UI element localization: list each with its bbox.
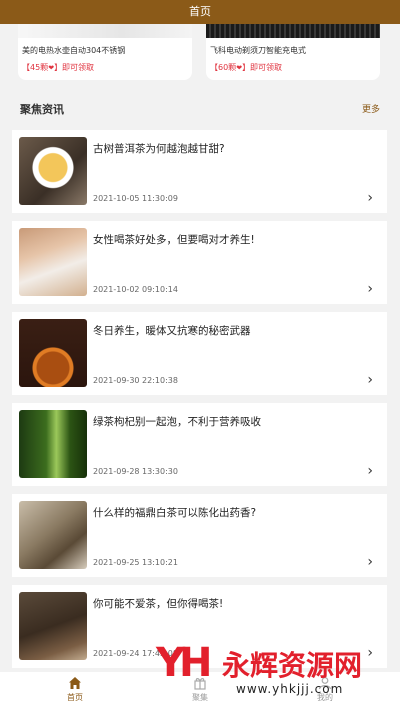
article-item[interactable]: 什么样的福鼎白茶可以陈化出药香? 2021-09-25 13:10:21 ›	[12, 494, 387, 577]
article-item[interactable]: 冬日养生，暖体又抗寒的秘密武器 2021-09-30 22:10:38 ›	[12, 312, 387, 395]
article-title: 女性喝茶好处多，但要喝对才养生!	[93, 234, 255, 246]
article-date: 2021-10-02 09:10:14	[93, 285, 178, 294]
chevron-right-icon: ›	[367, 190, 373, 206]
chevron-right-icon: ›	[367, 281, 373, 297]
chevron-right-icon: ›	[367, 463, 373, 479]
product-title: 飞科电动剃须刀智能充电式	[210, 46, 306, 55]
article-thumbnail	[19, 228, 87, 296]
article-title: 绿茶枸杞别一起泡，不利于营养吸收	[93, 416, 261, 428]
product-image	[18, 24, 192, 38]
article-date: 2021-09-30 22:10:38	[93, 376, 178, 385]
watermark-url: www.yhkjjj.com	[236, 682, 344, 696]
top-navigation-bar: 首页	[0, 0, 400, 24]
article-title: 古树普洱茶为何越泡越甘甜?	[93, 143, 225, 155]
article-item[interactable]: 绿茶枸杞别一起泡，不利于营养吸收 2021-09-28 13:30:30 ›	[12, 403, 387, 486]
product-card-shaver[interactable]: 飞科电动剃须刀智能充电式 【60颗❤】即可领取	[206, 24, 380, 80]
chevron-right-icon: ›	[367, 372, 373, 388]
tab-home[interactable]: 首页	[45, 676, 105, 703]
article-item[interactable]: 古树普洱茶为何越泡越甘甜? 2021-10-05 11:30:09 ›	[12, 130, 387, 213]
article-title: 冬日养生，暖体又抗寒的秘密武器	[93, 325, 251, 337]
product-title: 美的电热水壶自动304不锈钢	[22, 46, 126, 55]
watermark-logo: YH	[156, 640, 213, 686]
article-date: 2021-09-25 13:10:21	[93, 558, 178, 567]
product-price: 【45颗❤】即可领取	[22, 63, 95, 72]
article-title: 你可能不爱茶，但你得喝茶!	[93, 598, 224, 610]
section-header: 聚焦资讯 更多	[0, 96, 400, 122]
article-title: 什么样的福鼎白茶可以陈化出药香?	[93, 507, 257, 519]
article-thumbnail	[19, 410, 87, 478]
page-title: 首页	[189, 5, 211, 18]
article-item[interactable]: 女性喝茶好处多，但要喝对才养生! 2021-10-02 09:10:14 ›	[12, 221, 387, 304]
article-thumbnail	[19, 137, 87, 205]
watermark: YH 永辉资源网 www.yhkjjj.com	[156, 640, 378, 700]
product-image	[206, 24, 380, 38]
article-thumbnail	[19, 592, 87, 660]
article-date: 2021-09-28 13:30:30	[93, 467, 178, 476]
product-cards: 美的电热水壶自动304不锈钢 【45颗❤】即可领取 飞科电动剃须刀智能充电式 【…	[0, 24, 400, 86]
article-thumbnail	[19, 501, 87, 569]
article-list: 古树普洱茶为何越泡越甘甜? 2021-10-05 11:30:09 › 女性喝茶…	[12, 130, 387, 676]
tab-label: 首页	[67, 693, 83, 702]
more-link[interactable]: 更多	[362, 102, 380, 115]
product-price: 【60颗❤】即可领取	[210, 63, 283, 72]
section-title: 聚焦资讯	[20, 103, 64, 116]
watermark-text: 永辉资源网	[222, 649, 363, 682]
product-card-kettle[interactable]: 美的电热水壶自动304不锈钢 【45颗❤】即可领取	[18, 24, 192, 80]
article-date: 2021-10-05 11:30:09	[93, 194, 178, 203]
article-thumbnail	[19, 319, 87, 387]
chevron-right-icon: ›	[367, 554, 373, 570]
home-icon	[69, 677, 81, 689]
